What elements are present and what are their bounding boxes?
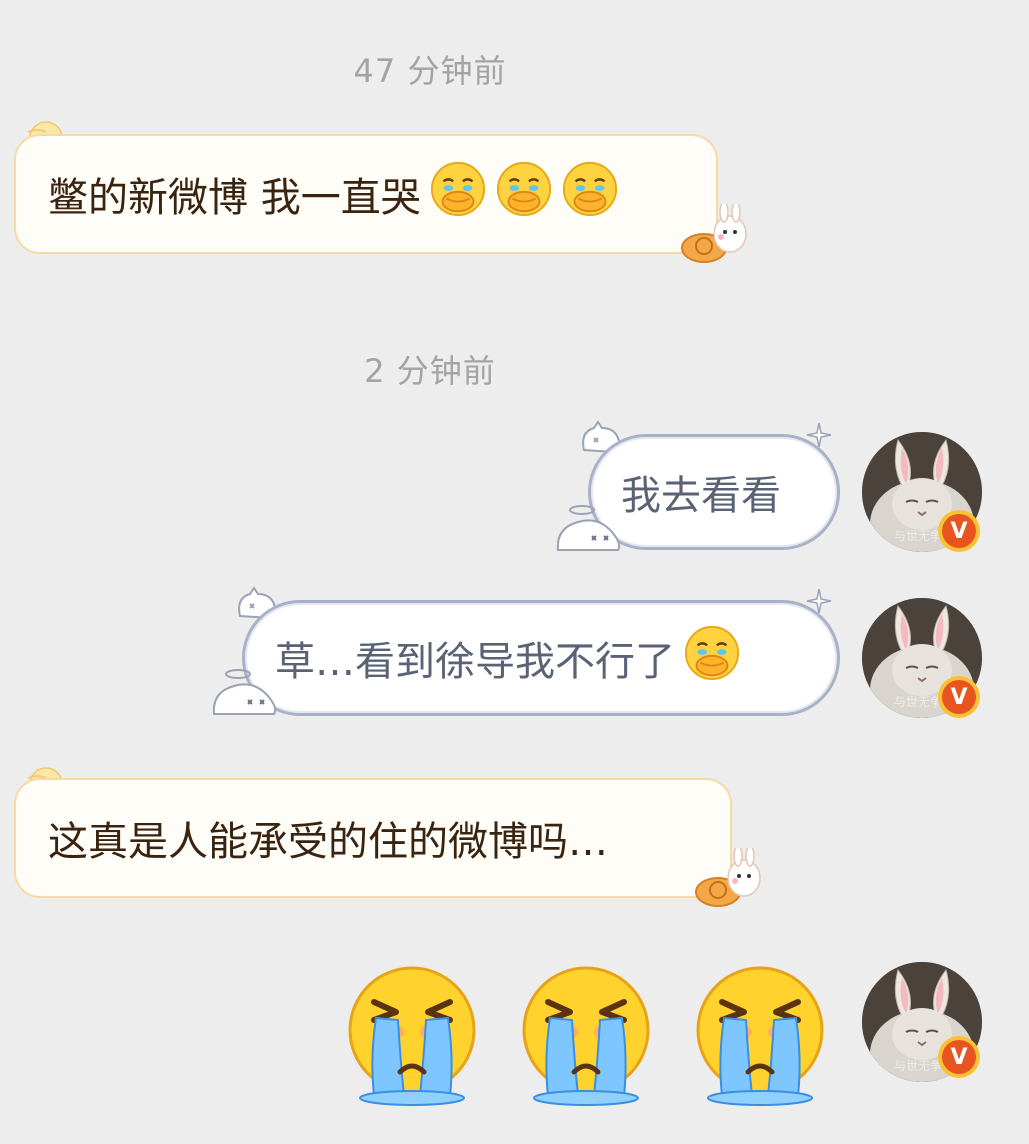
message-bubble-outgoing[interactable]: 我去看看 [588,434,840,550]
dead-cat-sticker-icon [208,666,280,724]
verified-badge-icon: V [938,1036,980,1078]
bunny-mooncake-sticker-icon [678,201,752,272]
message-bubble-incoming[interactable]: 这真是人能承受的住的微博吗… [14,778,732,898]
cry-cover-mouth-icon [683,624,741,692]
message-text: 我去看看 [621,473,781,519]
message-text: 这真是人能承受的住的微博吗… [48,819,608,865]
avatar-watermark: 与世无争 [894,695,943,709]
cry-cover-mouth-icon [495,160,553,228]
message-bubble-outgoing[interactable]: 草…看到徐导我不行了 [242,600,840,716]
verified-badge-icon: V [938,510,980,552]
message-text: 鳖的新微博 我一直哭 [48,175,421,221]
timestamp: 2 分钟前 [364,352,496,390]
loud-crying-icon [520,966,652,1106]
message-text: 草…看到徐导我不行了 [275,639,675,685]
bunny-mooncake-sticker-icon [692,845,766,916]
loud-crying-icon [346,966,478,1106]
avatar-watermark: 与世无争 [894,529,943,543]
cry-cover-mouth-icon [429,160,487,228]
dead-cat-sticker-icon [552,502,624,560]
avatar-watermark: 与世无争 [894,1059,943,1073]
verified-badge-icon: V [938,676,980,718]
loud-crying-icon [694,966,826,1106]
timestamp: 47 分钟前 [353,52,507,90]
cry-cover-mouth-icon [561,160,619,228]
message-bubble-incoming[interactable]: 鳖的新微博 我一直哭 [14,134,718,254]
